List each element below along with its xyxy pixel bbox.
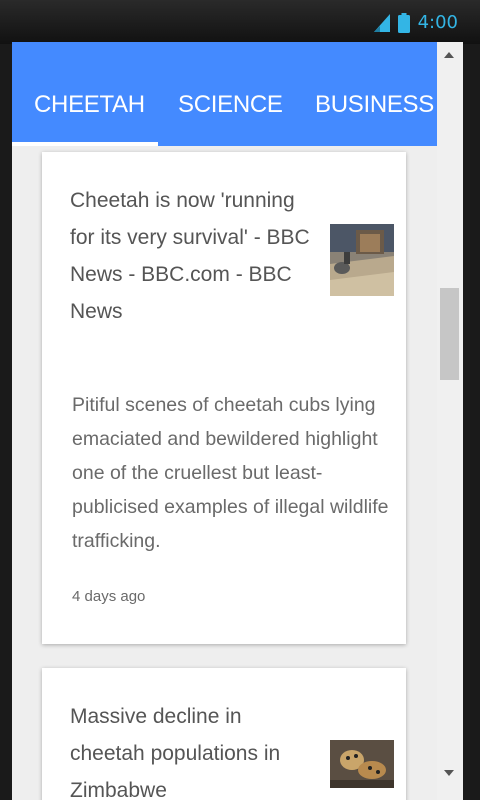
- tab-science-label: SCIENCE: [178, 91, 283, 118]
- status-time: 4:00: [417, 12, 458, 33]
- tab-business[interactable]: BUSINESS: [315, 86, 434, 146]
- tab-science[interactable]: SCIENCE: [178, 86, 283, 146]
- article-thumbnail: [330, 224, 394, 296]
- scrollbar[interactable]: [437, 42, 463, 800]
- status-bar: 4:00: [0, 0, 480, 44]
- article-thumbnail: [330, 740, 394, 788]
- scroll-up-arrow-icon[interactable]: [444, 52, 454, 58]
- article-thumbnail-image: [330, 740, 394, 788]
- battery-icon: [397, 12, 410, 33]
- app-screen: CHEETAH SCIENCE BUSINESS Cheetah is now …: [12, 42, 463, 800]
- status-icons: 4:00: [373, 12, 458, 33]
- article-card[interactable]: Massive decline in cheetah populations i…: [42, 668, 406, 800]
- scroll-down-arrow-icon[interactable]: [444, 770, 454, 776]
- article-title: Massive decline in cheetah populations i…: [70, 705, 281, 800]
- selected-tab-indicator: [12, 142, 158, 146]
- article-timestamp: 4 days ago: [72, 588, 146, 605]
- tab-business-label: BUSINESS: [315, 91, 434, 118]
- article-thumbnail-image: [330, 224, 394, 296]
- tab-cheetah[interactable]: CHEETAH: [34, 86, 145, 146]
- article-description: Pitiful scenes of cheetah cubs lying ema…: [72, 394, 389, 552]
- tab-cheetah-label: CHEETAH: [34, 91, 145, 118]
- scrollbar-thumb[interactable]: [440, 288, 459, 380]
- article-card[interactable]: Cheetah is now 'running for its very sur…: [42, 152, 406, 644]
- signal-icon: [373, 13, 390, 32]
- article-title: Cheetah is now 'running for its very sur…: [70, 189, 310, 323]
- tab-bar: CHEETAH SCIENCE BUSINESS: [12, 42, 437, 146]
- device-frame: 4:00 CHEETAH SCIENCE BUSINESS Cheetah is…: [0, 0, 480, 800]
